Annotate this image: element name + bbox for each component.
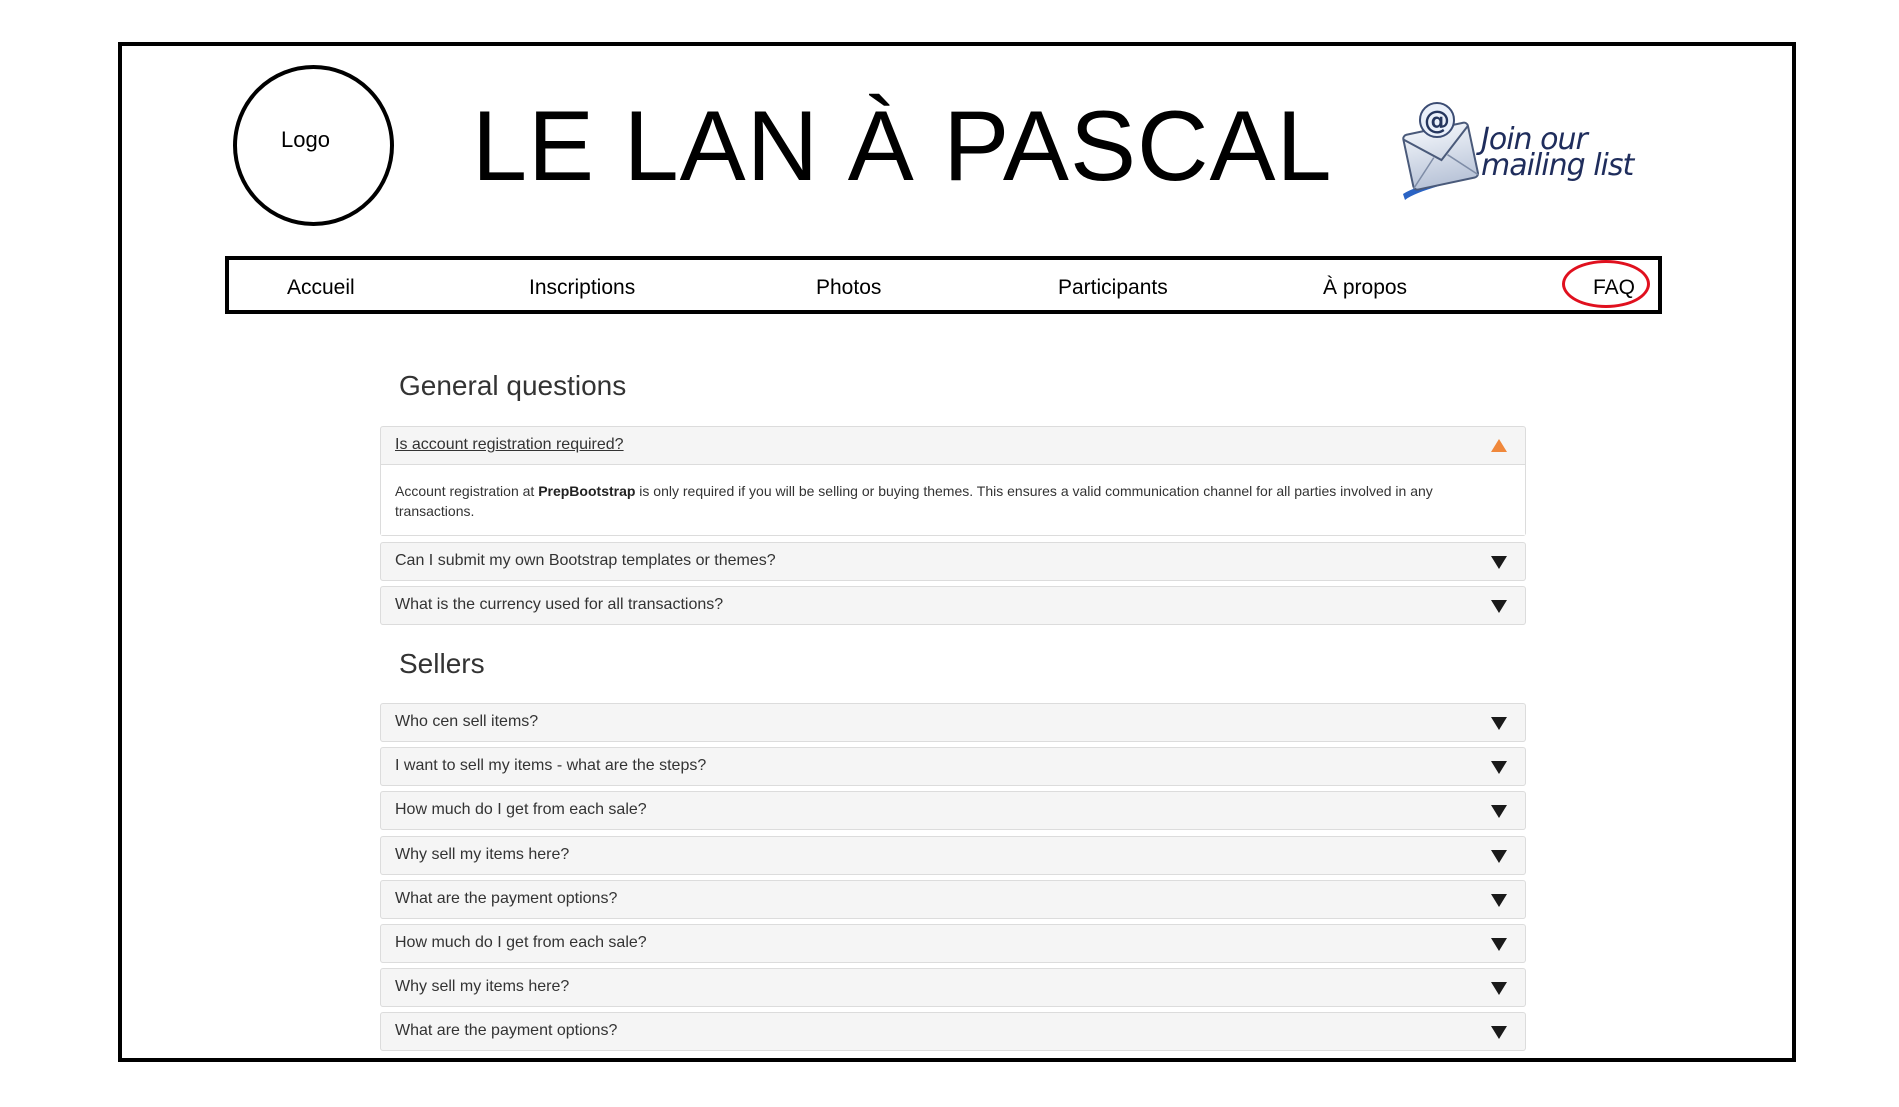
faq-question[interactable]: How much do I get from each sale? <box>395 934 647 952</box>
faq-question-toggle[interactable]: Is account registration required? <box>381 427 1525 464</box>
email-at-icon: @ <box>1402 102 1480 200</box>
faq-item[interactable]: What are the payment options? <box>380 880 1526 919</box>
faq-question[interactable]: Is account registration required? <box>395 436 624 454</box>
site-title: LE LAN À PASCAL <box>472 90 1333 201</box>
expand-arrow-icon[interactable] <box>1491 600 1507 613</box>
faq-question-toggle[interactable]: I want to sell my items - what are the s… <box>381 748 1525 785</box>
join-mailing-list-button[interactable]: @ Join our mailing list <box>1397 98 1634 208</box>
faq-question-toggle[interactable]: Who cen sell items? <box>381 704 1525 741</box>
section-title-sellers: Sellers <box>399 648 485 679</box>
nav-item-participants[interactable]: Participants <box>1058 276 1168 300</box>
faq-question-toggle[interactable]: How much do I get from each sale? <box>381 792 1525 829</box>
faq-item[interactable]: Why sell my items here? <box>380 968 1526 1007</box>
brand-name: PrepBootstrap <box>538 483 636 499</box>
svg-text:@: @ <box>1424 106 1450 136</box>
main-nav: Accueil Inscriptions Photos Participants… <box>225 256 1662 314</box>
faq-question[interactable]: How much do I get from each sale? <box>395 801 647 819</box>
faq-question[interactable]: Why sell my items here? <box>395 846 569 864</box>
faq-question-toggle[interactable]: Can I submit my own Bootstrap templates … <box>381 543 1525 580</box>
faq-question-toggle[interactable]: Why sell my items here? <box>381 969 1525 1006</box>
faq-item[interactable]: What is the currency used for all transa… <box>380 586 1526 625</box>
expand-arrow-icon[interactable] <box>1491 761 1507 774</box>
collapse-arrow-icon[interactable] <box>1491 439 1507 452</box>
nav-item-photos[interactable]: Photos <box>816 276 881 300</box>
faq-question[interactable]: Can I submit my own Bootstrap templates … <box>395 552 776 570</box>
nav-item-a-propos[interactable]: À propos <box>1323 276 1407 300</box>
faq-item[interactable]: What are the payment options? <box>380 1012 1526 1051</box>
faq-question-toggle[interactable]: Why sell my items here? <box>381 837 1525 874</box>
logo-placeholder[interactable]: Logo <box>233 65 394 226</box>
faq-question-toggle[interactable]: What is the currency used for all transa… <box>381 587 1525 624</box>
nav-item-inscriptions[interactable]: Inscriptions <box>529 276 635 300</box>
faq-item[interactable]: Who cen sell items? <box>380 703 1526 742</box>
faq-item[interactable]: Can I submit my own Bootstrap templates … <box>380 542 1526 581</box>
expand-arrow-icon[interactable] <box>1491 805 1507 818</box>
faq-question-toggle[interactable]: What are the payment options? <box>381 881 1525 918</box>
faq-question[interactable]: What is the currency used for all transa… <box>395 596 723 614</box>
expand-arrow-icon[interactable] <box>1491 894 1507 907</box>
faq-item[interactable]: I want to sell my items - what are the s… <box>380 747 1526 786</box>
faq-question-toggle[interactable]: How much do I get from each sale? <box>381 925 1525 962</box>
faq-question-toggle[interactable]: What are the payment options? <box>381 1013 1525 1050</box>
faq-question[interactable]: What are the payment options? <box>395 890 617 908</box>
expand-arrow-icon[interactable] <box>1491 717 1507 730</box>
nav-item-accueil[interactable]: Accueil <box>287 276 355 300</box>
faq-item[interactable]: How much do I get from each sale? <box>380 791 1526 830</box>
faq-question[interactable]: Who cen sell items? <box>395 713 538 731</box>
faq-answer: Account registration at PrepBootstrap is… <box>381 464 1525 535</box>
section-title-general: General questions <box>399 370 627 401</box>
nav-item-faq[interactable]: FAQ <box>1593 276 1635 300</box>
faq-item[interactable]: Why sell my items here? <box>380 836 1526 875</box>
expand-arrow-icon[interactable] <box>1491 1026 1507 1039</box>
faq-question[interactable]: Why sell my items here? <box>395 978 569 996</box>
faq-question[interactable]: I want to sell my items - what are the s… <box>395 757 706 775</box>
faq-item[interactable]: How much do I get from each sale? <box>380 924 1526 963</box>
faq-item: Is account registration required? Accoun… <box>380 426 1526 536</box>
expand-arrow-icon[interactable] <box>1491 850 1507 863</box>
expand-arrow-icon[interactable] <box>1491 556 1507 569</box>
mailing-label-line2: mailing list <box>1481 148 1634 183</box>
faq-question[interactable]: What are the payment options? <box>395 1022 617 1040</box>
expand-arrow-icon[interactable] <box>1491 938 1507 951</box>
logo-label: Logo <box>281 127 330 152</box>
expand-arrow-icon[interactable] <box>1491 982 1507 995</box>
